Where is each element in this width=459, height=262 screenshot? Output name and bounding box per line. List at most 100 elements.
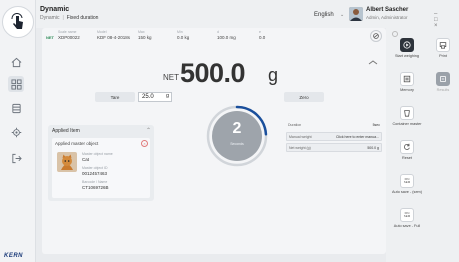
scale-info-strip: NET Scale name XDP00022 Model KDF 08-4-2… [42, 28, 386, 46]
info-col: d 100.0 mg [217, 30, 236, 40]
memory-icon [400, 72, 414, 86]
user-name: Albert Sascher [366, 7, 409, 13]
scale-icon [373, 33, 379, 39]
info-label: d [217, 30, 219, 34]
auto-save-icon: FIN SEM [400, 174, 414, 188]
avatar[interactable] [349, 7, 363, 21]
info-value: 100.0 mg [217, 35, 236, 40]
info-label: Model [97, 30, 107, 34]
manual-weight-field[interactable]: Click here to enter manua... [336, 135, 379, 139]
action-panel: Start weighing Print Memory Results Cont… [386, 28, 459, 262]
info-icon[interactable] [392, 31, 398, 37]
database-icon[interactable] [8, 100, 24, 116]
app-title: Dynamic [40, 6, 70, 13]
field-value: Cat [82, 157, 90, 162]
weighing-panel: NET Scale name XDP00022 Model KDF 08-4-2… [42, 28, 386, 254]
info-col: Scale name XDP00022 [58, 30, 80, 40]
info-value: 0.0 [259, 35, 266, 40]
container-master-label: Container master [392, 122, 422, 126]
duration-label: Duration [288, 123, 302, 127]
master-object-image [57, 152, 77, 172]
net-badge: NET [46, 35, 54, 40]
applied-item-title: Applied Item [52, 128, 80, 134]
info-label: Max [138, 30, 145, 34]
chevron-up-icon[interactable]: ⌃ [146, 127, 151, 134]
info-col: Min 0.0 kg [177, 30, 189, 40]
scale-settings-button[interactable] [370, 30, 382, 42]
window-controls[interactable]: – □ × [434, 11, 459, 29]
stable-indicator-icon [368, 60, 378, 67]
results-label: Results [436, 88, 450, 92]
container-icon [400, 106, 414, 120]
info-label: Scale name [58, 30, 77, 34]
home-icon[interactable] [8, 54, 24, 70]
play-icon [400, 38, 414, 52]
results-icon [436, 72, 450, 86]
countdown-label: Seconds [230, 142, 244, 146]
duration-value: 5sec [372, 123, 380, 127]
auto-save-full-icon: FIN SEM [400, 208, 414, 222]
results-button[interactable]: Results [430, 72, 456, 93]
print-button[interactable]: Print [430, 38, 456, 59]
info-value: 150 kg [138, 35, 152, 40]
info-value: 0.0 kg [177, 35, 190, 40]
info-value: KDF 08-4-2018s [97, 35, 131, 40]
container-master-button[interactable]: Container master [390, 106, 424, 127]
manual-weight-label: Manual weight [289, 135, 312, 139]
auto-save-full-icon-text: FIN SEM [403, 210, 411, 218]
tare-unit: g [166, 93, 170, 99]
info-label: e [259, 30, 261, 34]
breadcrumb-current: Fixed duration [66, 15, 99, 21]
memory-button[interactable]: Memory [390, 72, 424, 93]
manual-weight-row[interactable]: Manual weight Click here to enter manua.… [286, 132, 382, 141]
memory-label: Memory [400, 88, 414, 92]
print-label: Print [439, 54, 447, 58]
brand-logo: KERN [4, 253, 24, 259]
field-label: Master object ID [82, 166, 108, 170]
tare-button[interactable]: Tare [95, 92, 135, 102]
applied-item-card: Applied Item ⌃ Applied master object × M… [48, 125, 154, 201]
auto-save-sem-label: Auto save - (sem) [392, 190, 422, 194]
countdown-value: 2 [232, 120, 242, 137]
weight-unit: g [268, 65, 279, 85]
field-label: Master object name [82, 152, 113, 156]
field-value: CT1069726B [82, 185, 109, 190]
info-col: Max 150 kg [138, 30, 152, 40]
info-label: Min [177, 30, 183, 34]
auto-save-sem-button[interactable]: FIN SEM Auto save - (sem) [390, 174, 424, 195]
breadcrumb: Dynamic | Fixed duration [40, 15, 99, 21]
hand-tap-icon [11, 13, 23, 29]
top-bar: Dynamic Dynamic | Fixed duration English ⌄… [36, 0, 459, 29]
app-logo[interactable] [2, 6, 34, 38]
start-weighing-button[interactable]: Start weighing [390, 38, 424, 59]
auto-save-full-button[interactable]: FIN SEM Auto save - Full [390, 208, 424, 229]
auto-save-full-label: Auto save - Full [393, 224, 421, 228]
applied-master-object: Applied master object × Master object na… [52, 138, 150, 198]
net-weight-value: 500.0 g [367, 146, 379, 150]
reset-button[interactable]: Reset [390, 140, 424, 161]
reset-icon [400, 140, 414, 154]
net-label: NET [163, 73, 179, 82]
field-value: 0012457463 [82, 171, 108, 176]
info-col: e 0.0 [259, 30, 265, 40]
user-role: Admin, Administrator [366, 15, 408, 20]
weighing-app-icon[interactable] [8, 76, 24, 92]
start-weighing-label: Start weighing [394, 54, 420, 58]
zero-button[interactable]: Zero [284, 92, 324, 102]
field-label: Barcode / Name [82, 180, 108, 184]
left-navigation-rail: KERN [0, 0, 36, 262]
settings-gear-icon[interactable] [8, 124, 24, 140]
auto-save-icon-text: FIN SEM [403, 176, 411, 184]
chevron-down-icon[interactable]: ⌄ [340, 12, 344, 18]
remove-icon[interactable]: × [141, 140, 148, 147]
reset-label: Reset [402, 156, 412, 160]
logout-icon[interactable] [8, 150, 24, 166]
language-selector[interactable]: English [314, 12, 334, 18]
info-col: Model KDF 08-4-2018s [97, 30, 130, 40]
net-weight-row: Net weight (g) 500.0 g [286, 143, 382, 152]
master-object-title: Applied master object [55, 141, 99, 146]
breadcrumb-parent[interactable]: Dynamic [40, 15, 59, 21]
net-weight-label: Net weight (g) [289, 146, 311, 150]
info-value: XDP00022 [58, 35, 80, 40]
print-icon [436, 38, 450, 52]
